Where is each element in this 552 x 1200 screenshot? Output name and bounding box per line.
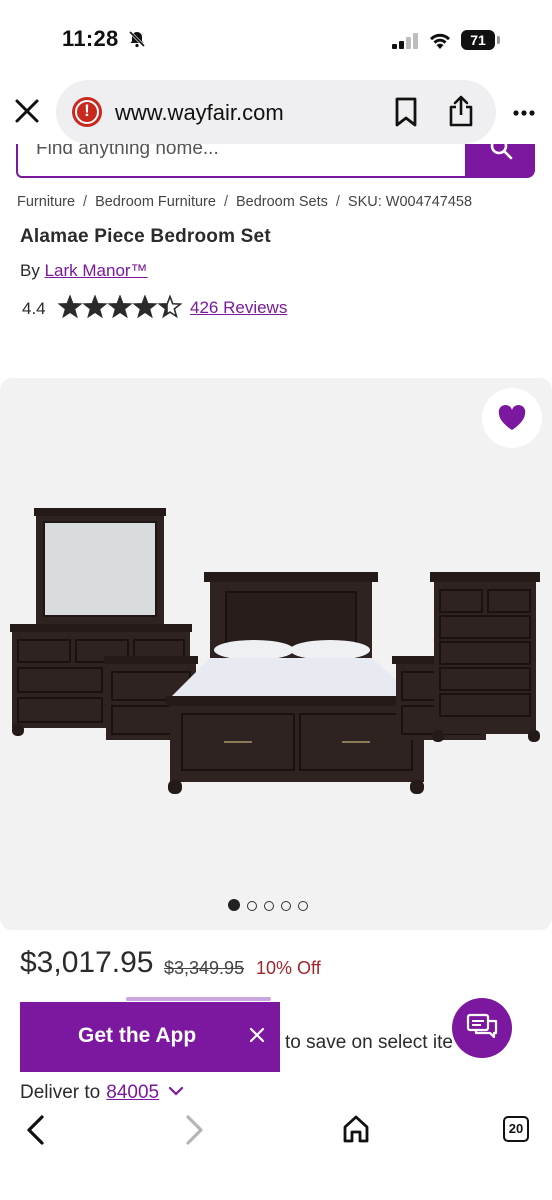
- highlight-bar: [126, 997, 271, 1001]
- breadcrumb-item[interactable]: Bedroom Sets: [236, 194, 328, 210]
- heart-icon: [498, 405, 526, 430]
- by-label: By: [20, 261, 40, 280]
- close-icon[interactable]: [14, 98, 40, 124]
- carousel-dot[interactable]: [281, 901, 291, 911]
- star-icon: [58, 295, 83, 319]
- share-icon[interactable]: [447, 95, 475, 127]
- product-image: [10, 508, 540, 794]
- carousel-dot[interactable]: [298, 901, 308, 911]
- back-icon[interactable]: [24, 1114, 46, 1146]
- bookmark-icon[interactable]: [394, 97, 418, 127]
- carousel-dot[interactable]: [228, 899, 240, 911]
- breadcrumb-item[interactable]: Furniture: [17, 194, 75, 210]
- discount-label: 10% Off: [256, 958, 321, 978]
- chat-icon: [466, 1013, 498, 1039]
- security-warning-icon[interactable]: !: [72, 97, 102, 127]
- get-the-app-label: Get the App: [78, 1024, 197, 1047]
- brand-link[interactable]: Lark Manor™: [45, 261, 148, 280]
- reviews-link[interactable]: 426 Reviews: [190, 298, 287, 317]
- breadcrumb-item[interactable]: Bedroom Furniture: [95, 194, 216, 210]
- app-savings-text: to save on select ite: [285, 1032, 453, 1053]
- forward-icon[interactable]: [184, 1114, 206, 1146]
- battery-icon: 71: [461, 30, 501, 50]
- status-time: 11:28: [62, 26, 119, 51]
- search-input[interactable]: Find anything home...: [16, 144, 470, 178]
- deliver-to-label: Deliver to: [20, 1082, 101, 1103]
- star-icon: [132, 295, 158, 319]
- search-placeholder: Find anything home...: [36, 144, 219, 159]
- wifi-icon: [430, 33, 450, 49]
- tabs-count-button[interactable]: 20: [503, 1116, 529, 1142]
- brand-line: By Lark Manor™: [20, 261, 148, 281]
- get-the-app-banner[interactable]: Get the App: [20, 1002, 280, 1072]
- carousel-dot[interactable]: [247, 901, 257, 911]
- home-icon[interactable]: [342, 1114, 370, 1144]
- chevron-down-icon[interactable]: [168, 1086, 184, 1096]
- browser-toolbar: [0, 1102, 552, 1200]
- battery-level: 71: [461, 30, 495, 50]
- carousel-dot[interactable]: [264, 901, 274, 911]
- sku-text: SKU: W004747458: [347, 194, 473, 210]
- favorite-button[interactable]: [482, 388, 542, 448]
- reviews-link-wrap: 426 Reviews: [190, 298, 287, 318]
- url-text[interactable]: www.wayfair.com: [115, 100, 284, 126]
- sale-price: $3,017.95: [20, 946, 154, 979]
- search-icon: [490, 144, 513, 160]
- zip-code-link[interactable]: 84005: [106, 1082, 159, 1103]
- breadcrumb: Furniture / Bedroom Furniture / Bedroom Sets…: [17, 194, 473, 210]
- rating-value: 4.4: [22, 299, 46, 318]
- product-title: Alamae Piece Bedroom Set: [20, 226, 271, 247]
- carousel-indicator[interactable]: [228, 898, 315, 912]
- cellular-signal-icon: [392, 33, 418, 49]
- close-banner-icon[interactable]: [248, 1026, 266, 1044]
- search-button[interactable]: [465, 144, 535, 178]
- star-icon: [82, 295, 108, 319]
- star-rating: [58, 295, 182, 319]
- star-icon: [107, 295, 133, 319]
- chat-button[interactable]: [452, 998, 512, 1058]
- original-price: $3,349.95: [164, 958, 245, 978]
- delivery-line: Deliver to 84005: [20, 1082, 184, 1104]
- bell-muted-icon: [128, 30, 146, 48]
- more-options-icon[interactable]: [512, 109, 536, 117]
